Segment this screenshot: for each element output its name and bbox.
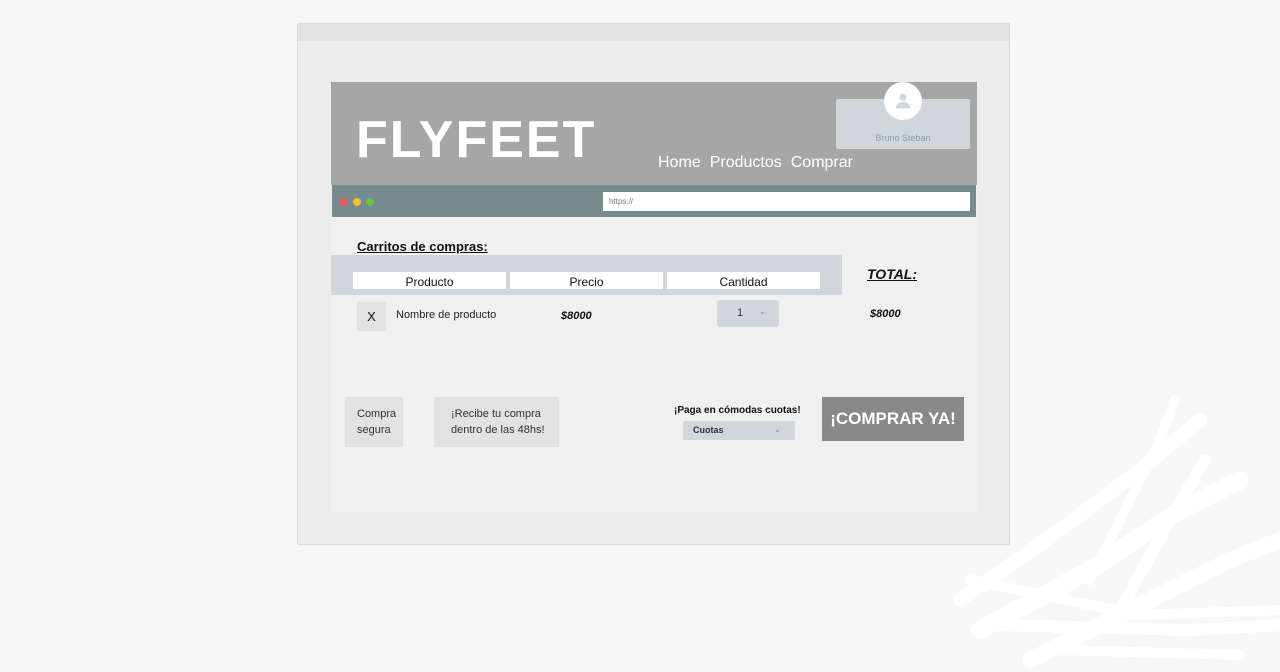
- delivery-line-2: dentro de las 48hs!: [451, 424, 545, 436]
- total-label: TOTAL:: [867, 266, 918, 282]
- nav-comprar[interactable]: Comprar: [791, 154, 853, 172]
- decorative-scribble: [953, 395, 1280, 668]
- brand-logo[interactable]: FLYFEET: [356, 110, 596, 170]
- installments-select[interactable]: Cuotas ⌄: [683, 421, 795, 440]
- installments-select-value: Cuotas: [693, 425, 724, 435]
- column-header-cantidad: Cantidad: [667, 272, 820, 289]
- delivery-badge: ¡Recibe tu compra dentro de las 48hs!: [434, 397, 559, 447]
- remove-item-button[interactable]: X: [357, 302, 386, 331]
- minimize-window-dot-icon[interactable]: [353, 198, 361, 206]
- installments-label: ¡Paga en cómodas cuotas!: [674, 405, 801, 416]
- column-header-precio: Precio: [510, 272, 663, 289]
- user-name: Bruno Steban: [875, 133, 931, 143]
- cart-table-header: Producto Precio Cantidad: [331, 255, 842, 295]
- close-window-dot-icon[interactable]: [340, 198, 348, 206]
- url-input[interactable]: [603, 192, 970, 211]
- main-nav: Home Productos Comprar: [658, 154, 853, 172]
- user-card[interactable]: Bruno Steban: [836, 82, 970, 149]
- browser-bar: [332, 185, 976, 217]
- secure-line-1: Compra: [357, 408, 397, 420]
- nav-productos[interactable]: Productos: [710, 154, 782, 172]
- product-price: $8000: [561, 310, 592, 322]
- chevron-down-icon: ⌄: [774, 425, 781, 434]
- cart-title: Carritos de compras:: [357, 239, 488, 254]
- product-name[interactable]: Nombre de producto: [396, 309, 496, 321]
- user-avatar-icon: [884, 82, 922, 120]
- maximize-window-dot-icon[interactable]: [366, 198, 374, 206]
- secure-purchase-badge: Compra segura: [345, 397, 403, 447]
- secure-line-2: segura: [357, 424, 391, 436]
- total-value: $8000: [870, 308, 901, 320]
- quantity-value: 1: [737, 307, 744, 319]
- page: FLYFEET Home Productos Comprar Bruno Ste…: [331, 82, 977, 512]
- chevron-down-icon: ⌄: [759, 307, 766, 316]
- frame-title-bar: [298, 24, 1009, 41]
- delivery-line-1: ¡Recibe tu compra: [451, 408, 541, 420]
- site-header: FLYFEET Home Productos Comprar Bruno Ste…: [331, 82, 977, 185]
- nav-home[interactable]: Home: [658, 154, 701, 172]
- column-header-producto: Producto: [353, 272, 506, 289]
- quantity-select[interactable]: 1 ⌄: [717, 300, 779, 327]
